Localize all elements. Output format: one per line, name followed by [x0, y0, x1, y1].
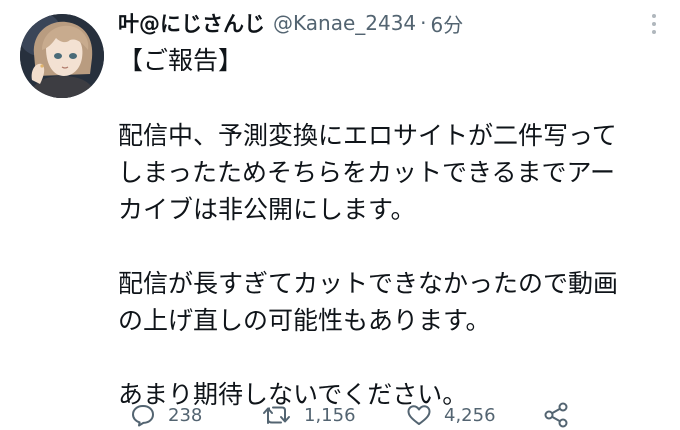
avatar[interactable] — [20, 14, 104, 98]
avatar-illustration — [20, 14, 104, 98]
share-button[interactable] — [542, 402, 570, 428]
heart-icon — [407, 405, 431, 425]
tweet-card: 叶@にじさんじ @Kanae_2434 · 6分 【ご報告】 配信中、予測変換に… — [0, 0, 680, 430]
tweet-body: 【ご報告】 配信中、予測変換にエロサイトが二件写って しまったためそちらをカット… — [118, 42, 666, 413]
like-count: 4,256 — [444, 404, 496, 426]
like-button[interactable]: 4,256 — [406, 403, 496, 427]
tweet-timestamp[interactable]: 6分 — [431, 9, 464, 38]
reply-count: 238 — [168, 404, 203, 426]
display-name[interactable]: 叶@にじさんじ — [118, 8, 265, 38]
tweet-header: 叶@にじさんじ @Kanae_2434 · 6分 — [118, 6, 463, 40]
retweet-button[interactable]: 1,156 — [262, 403, 356, 427]
action-bar: 238 1,156 4,256 — [130, 400, 670, 430]
reply-bubble-icon — [132, 405, 154, 427]
reply-button[interactable]: 238 — [130, 403, 202, 427]
header-separator: · — [420, 11, 427, 35]
user-handle[interactable]: @Kanae_2434 — [273, 11, 416, 35]
tweet-heading: 【ご報告】 — [118, 46, 244, 75]
tweet-paragraph: 配信が長すぎてカットできなかったので動画 の上げ直しの可能性もあります。 — [118, 269, 619, 335]
tweet-paragraph: 配信中、予測変換にエロサイトが二件写って しまったためそちらをカットできるまでア… — [118, 121, 617, 224]
more-dots-icon[interactable] — [642, 12, 666, 36]
retweet-arrows-icon — [263, 406, 290, 424]
share-nodes-icon — [544, 402, 568, 428]
retweet-count: 1,156 — [304, 404, 356, 426]
